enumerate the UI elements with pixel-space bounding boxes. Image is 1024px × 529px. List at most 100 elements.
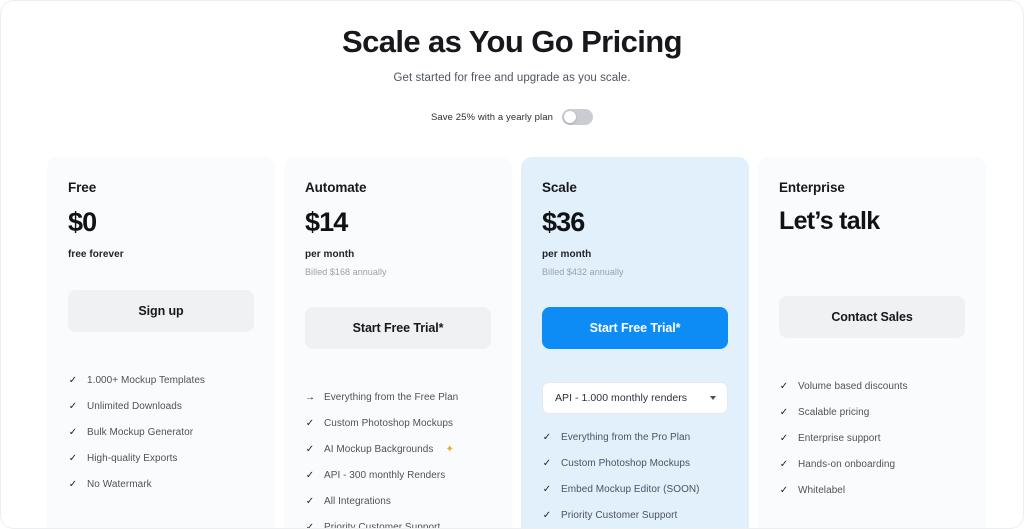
check-icon: ✓ [305,444,315,455]
feature-item: ✓ Scalable pricing [779,408,965,418]
pricing-page: Scale as You Go Pricing Get started for … [0,0,1024,529]
sparkle-icon: ✦ [445,444,454,455]
billing-toggle-label: Save 25% with a yearly plan [430,111,554,123]
feature-item: ✓ Priority Customer Support [542,511,728,521]
plan-price: $14 [305,207,348,237]
plan-period: per month [542,249,592,260]
feature-label: 1.000+ Mockup Templates [87,375,205,386]
feature-item: ✓ Volume based discounts [779,382,965,392]
toggle-knob [564,111,577,124]
feature-item: ✓ AI Mockup Backgrounds ✦ [305,445,491,455]
check-icon: ✓ [305,470,315,481]
check-icon: ✓ [305,496,315,507]
check-icon: ✓ [779,485,789,496]
feature-item: ✓ Everything from the Pro Plan [542,433,728,443]
feature-label: AI Mockup Backgrounds [324,444,434,455]
feature-label: Custom Photoshop Mockups [324,418,454,429]
feature-label: Enterprise support [798,433,881,444]
feature-label: No Watermark [87,479,152,490]
check-icon: ✓ [68,427,78,438]
check-icon: ✓ [68,401,78,412]
cta-wrapper: Contact Sales [779,296,965,338]
cta-button-free[interactable]: Sign up [68,290,254,332]
feature-item: ✓ Hands-on onboarding [779,460,965,470]
page-title: Scale as You Go Pricing [342,24,683,59]
plan-name: Scale [542,180,577,195]
feature-label: Priority Customer Support [561,510,678,521]
feature-item: ✓ Embed Mockup Editor (SOON) [542,485,728,495]
pricing-card-scale: Scale $36 per month Billed $432 annually Sta… [521,157,749,528]
cta-wrapper: Sign up [68,290,254,332]
check-icon: ✓ [542,432,552,443]
cta-button-automate[interactable]: Start Free Trial* [305,307,491,349]
plan-price: Let’s talk [779,207,880,235]
feature-list: ✓ Volume based discounts ✓ Scalable pricing… [779,382,965,496]
feature-item: ✓ Unlimited Downloads [68,402,254,412]
check-icon: ✓ [779,407,789,418]
feature-list: → Everything from the Free Plan ✓ Custom Ph… [305,393,491,529]
feature-item: ✓ Custom Photoshop Mockups [542,459,728,469]
feature-item: ✓ Priority Customer Support [305,523,491,529]
plan-billed-note: Billed $168 annually [305,267,387,277]
feature-item: ✓ API - 300 monthly Renders [305,471,491,481]
cta-button-enterprise[interactable]: Contact Sales [779,296,965,338]
check-icon: ✓ [779,459,789,470]
check-icon: ✓ [779,381,789,392]
feature-list: ✓ Everything from the Pro Plan ✓ Custom Pho… [542,433,728,521]
feature-item: ✓ High-quality Exports [68,454,254,464]
page-subtitle: Get started for free and upgrade as you … [393,72,631,85]
feature-label: High-quality Exports [87,453,178,464]
feature-label: Embed Mockup Editor (SOON) [561,484,700,495]
check-icon: ✓ [542,484,552,495]
chevron-down-icon [710,396,716,400]
feature-label: All Integrations [324,496,391,507]
check-icon: ✓ [779,433,789,444]
check-icon: ✓ [68,453,78,464]
check-icon: ✓ [542,458,552,469]
cta-button-scale[interactable]: Start Free Trial* [542,307,728,349]
check-icon: ✓ [305,418,315,429]
feature-item: ✓ Whitelabel [779,486,965,496]
plan-billed-note: Billed $432 annually [542,267,624,277]
plan-price: $36 [542,207,585,237]
feature-label: Whitelabel [798,485,846,496]
feature-list: ✓ 1.000+ Mockup Templates ✓ Unlimited Downl… [68,376,254,490]
pricing-card-enterprise: Enterprise Let’s talk Contact Sales ✓ Volume… [758,157,986,528]
billing-toggle-row: Save 25% with a yearly plan [1,109,1023,126]
yearly-billing-toggle[interactable] [562,109,594,126]
plan-period: per month [305,249,355,260]
plan-name: Free [68,180,97,195]
feature-item: ✓ 1.000+ Mockup Templates [68,376,254,386]
feature-label: Scalable pricing [798,407,870,418]
feature-label: Volume based discounts [798,381,908,392]
check-icon: ✓ [68,479,78,490]
check-icon: ✓ [68,375,78,386]
cta-wrapper: Start Free Trial* [542,307,728,349]
check-icon: ✓ [542,510,552,521]
cta-wrapper: Start Free Trial* [305,307,491,349]
plan-price: $0 [68,207,97,237]
feature-label: Everything from the Pro Plan [561,432,691,443]
feature-label: Bulk Mockup Generator [87,427,194,438]
feature-label: Unlimited Downloads [87,401,182,412]
plan-name: Automate [305,180,367,195]
feature-item: ✓ No Watermark [68,480,254,490]
pricing-card-free: Free $0 free forever Sign up ✓ 1.000+ Mockup … [47,157,275,528]
feature-item: ✓ All Integrations [305,497,491,507]
feature-label: Custom Photoshop Mockups [561,458,691,469]
check-icon: ✓ [305,522,315,529]
feature-label: Priority Customer Support [324,522,441,529]
feature-label: API - 300 monthly Renders [324,470,446,481]
api-renders-select-value: API - 1.000 monthly renders [555,392,688,404]
plan-period: free forever [68,249,124,260]
pricing-cards: Free $0 free forever Sign up ✓ 1.000+ Mockup … [47,157,986,529]
api-renders-select[interactable]: API - 1.000 monthly renders [542,382,728,414]
feature-item: ✓ Bulk Mockup Generator [68,428,254,438]
feature-item: → Everything from the Free Plan [305,393,491,403]
plan-name: Enterprise [779,180,845,195]
pricing-card-automate: Automate $14 per month Billed $168 annually… [284,157,512,529]
feature-item: ✓ Custom Photoshop Mockups [305,419,491,429]
hero-section: Scale as You Go Pricing Get started for … [1,1,1023,126]
feature-label: Everything from the Free Plan [324,392,459,403]
feature-label: Hands-on onboarding [798,459,896,470]
